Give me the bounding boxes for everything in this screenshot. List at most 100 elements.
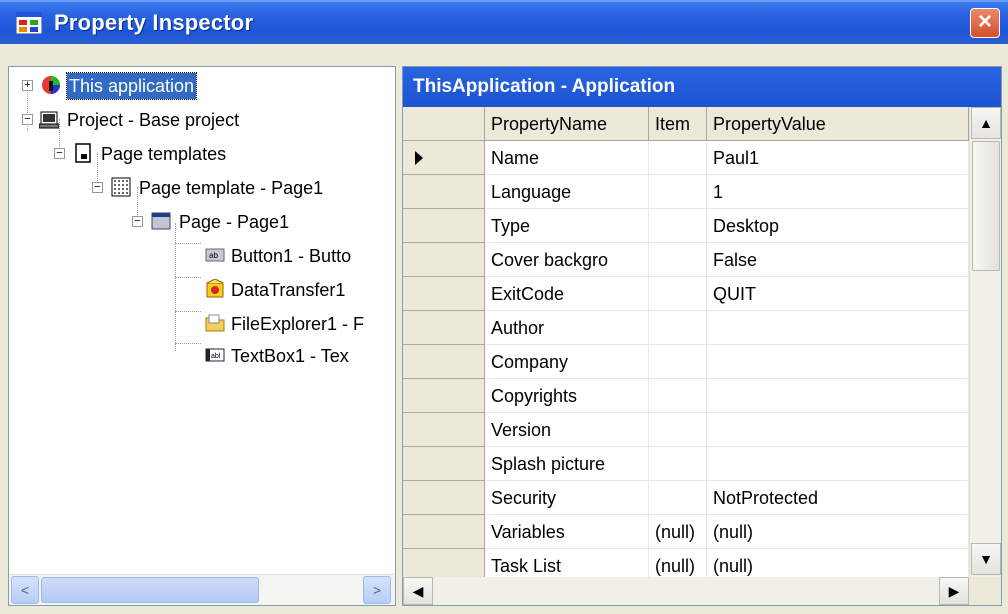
grid-horizontal-scrollbar[interactable]: ◀ ▶ <box>403 577 969 605</box>
row-header[interactable] <box>403 413 485 447</box>
property-value-cell[interactable]: QUIT <box>707 277 969 311</box>
table-row[interactable]: Security NotProtected <box>403 481 969 515</box>
row-header[interactable] <box>403 345 485 379</box>
property-name-cell[interactable]: Company <box>485 345 649 379</box>
property-name-cell[interactable]: Type <box>485 209 649 243</box>
collapse-icon[interactable]: − <box>54 148 65 159</box>
row-header[interactable] <box>403 311 485 345</box>
property-value-cell[interactable]: False <box>707 243 969 277</box>
row-header[interactable] <box>403 379 485 413</box>
property-value-cell[interactable] <box>707 447 969 481</box>
property-name-cell[interactable]: Copyrights <box>485 379 649 413</box>
project-tree[interactable]: + This application − Project - Base proj… <box>8 66 396 606</box>
property-value-cell[interactable] <box>707 413 969 447</box>
property-value-cell[interactable]: 1 <box>707 175 969 209</box>
property-value-cell[interactable] <box>707 379 969 413</box>
property-name-cell[interactable]: Author <box>485 311 649 345</box>
data-transfer-icon <box>206 279 224 298</box>
item-cell[interactable]: (null) <box>649 549 707 577</box>
tree-horizontal-scrollbar[interactable]: < > <box>9 574 395 605</box>
table-row[interactable]: Splash picture <box>403 447 969 481</box>
scroll-down-button[interactable]: ▼ <box>971 543 1001 575</box>
item-cell[interactable]: (null) <box>649 515 707 549</box>
item-cell[interactable] <box>649 311 707 345</box>
row-header[interactable] <box>403 141 485 175</box>
scroll-right-button[interactable]: > <box>363 576 391 604</box>
item-cell[interactable] <box>649 277 707 311</box>
property-name-cell[interactable]: Cover backgro <box>485 243 649 277</box>
property-name-cell[interactable]: Version <box>485 413 649 447</box>
property-name-cell[interactable]: Language <box>485 175 649 209</box>
close-button[interactable]: × <box>970 8 1000 38</box>
grid-vertical-scrollbar[interactable]: ▲ ▼ <box>969 107 1001 577</box>
row-header[interactable] <box>403 447 485 481</box>
scrollbar-thumb[interactable] <box>972 141 1000 271</box>
row-header[interactable] <box>403 243 485 277</box>
item-cell[interactable] <box>649 209 707 243</box>
property-value-cell[interactable]: Paul1 <box>707 141 969 175</box>
row-header[interactable] <box>403 277 485 311</box>
column-header-propertyname[interactable]: PropertyName <box>485 107 649 141</box>
table-row[interactable]: Copyrights <box>403 379 969 413</box>
row-header[interactable] <box>403 549 485 577</box>
property-name-cell[interactable]: ExitCode <box>485 277 649 311</box>
expand-icon[interactable]: + <box>22 80 33 91</box>
table-row[interactable]: Variables (null) (null) <box>403 515 969 549</box>
item-cell[interactable] <box>649 141 707 175</box>
collapse-icon[interactable]: − <box>22 114 33 125</box>
scroll-left-button[interactable]: < <box>11 576 39 604</box>
scroll-up-button[interactable]: ▲ <box>971 107 1001 139</box>
title-bar[interactable]: Property Inspector × <box>0 0 1008 44</box>
tree-node-datatransfer1[interactable]: DataTransfer1 <box>9 275 389 305</box>
tree-node-label: Button1 - Butto <box>231 246 352 266</box>
column-header-item[interactable]: Item <box>649 107 707 141</box>
tree-node-textbox1[interactable]: abl TextBox1 - Tex <box>9 341 389 371</box>
property-value-cell[interactable] <box>707 345 969 379</box>
item-cell[interactable] <box>649 345 707 379</box>
item-cell[interactable] <box>649 379 707 413</box>
tree-node-label: DataTransfer1 <box>231 280 346 300</box>
tree-node-button1[interactable]: ab Button1 - Butto <box>9 241 389 271</box>
item-cell[interactable] <box>649 413 707 447</box>
row-header[interactable] <box>403 515 485 549</box>
property-value-cell[interactable]: NotProtected <box>707 481 969 515</box>
item-cell[interactable] <box>649 447 707 481</box>
tree-node-page-template[interactable]: − Page template - Page1 <box>9 173 389 203</box>
property-value-cell[interactable]: (null) <box>707 549 969 577</box>
tree-node-page[interactable]: − Page - Page1 <box>9 207 389 237</box>
property-value-cell[interactable]: (null) <box>707 515 969 549</box>
scroll-right-button[interactable]: ▶ <box>939 577 969 605</box>
property-name-cell[interactable]: Name <box>485 141 649 175</box>
row-header[interactable] <box>403 175 485 209</box>
table-row[interactable]: Name Paul1 <box>403 141 969 175</box>
item-cell[interactable] <box>649 481 707 515</box>
table-row[interactable]: Company <box>403 345 969 379</box>
collapse-icon[interactable]: − <box>132 216 143 227</box>
table-row[interactable]: Author <box>403 311 969 345</box>
property-name-cell[interactable]: Security <box>485 481 649 515</box>
tree-node-project[interactable]: − Project - Base project <box>9 105 389 135</box>
scroll-left-button[interactable]: ◀ <box>403 577 433 605</box>
table-row[interactable]: Language 1 <box>403 175 969 209</box>
property-value-cell[interactable] <box>707 311 969 345</box>
column-header-propertyvalue[interactable]: PropertyValue <box>707 107 969 141</box>
row-header[interactable] <box>403 209 485 243</box>
property-grid[interactable]: ThisApplication - Application PropertyNa… <box>402 66 1002 606</box>
property-name-cell[interactable]: Variables <box>485 515 649 549</box>
table-row[interactable]: Cover backgro False <box>403 243 969 277</box>
tree-node-this-application[interactable]: + This application <box>9 71 389 101</box>
property-name-cell[interactable]: Splash picture <box>485 447 649 481</box>
table-row[interactable]: Type Desktop <box>403 209 969 243</box>
property-name-cell[interactable]: Task List <box>485 549 649 577</box>
item-cell[interactable] <box>649 175 707 209</box>
tree-node-page-templates[interactable]: − Page templates <box>9 139 389 169</box>
tree-node-fileexplorer1[interactable]: FileExplorer1 - F <box>9 309 389 339</box>
table-row[interactable]: Task List (null) (null) <box>403 549 969 577</box>
row-header[interactable] <box>403 481 485 515</box>
item-cell[interactable] <box>649 243 707 277</box>
table-row[interactable]: ExitCode QUIT <box>403 277 969 311</box>
table-row[interactable]: Version <box>403 413 969 447</box>
property-value-cell[interactable]: Desktop <box>707 209 969 243</box>
collapse-icon[interactable]: − <box>92 182 103 193</box>
scrollbar-thumb[interactable] <box>41 577 259 603</box>
